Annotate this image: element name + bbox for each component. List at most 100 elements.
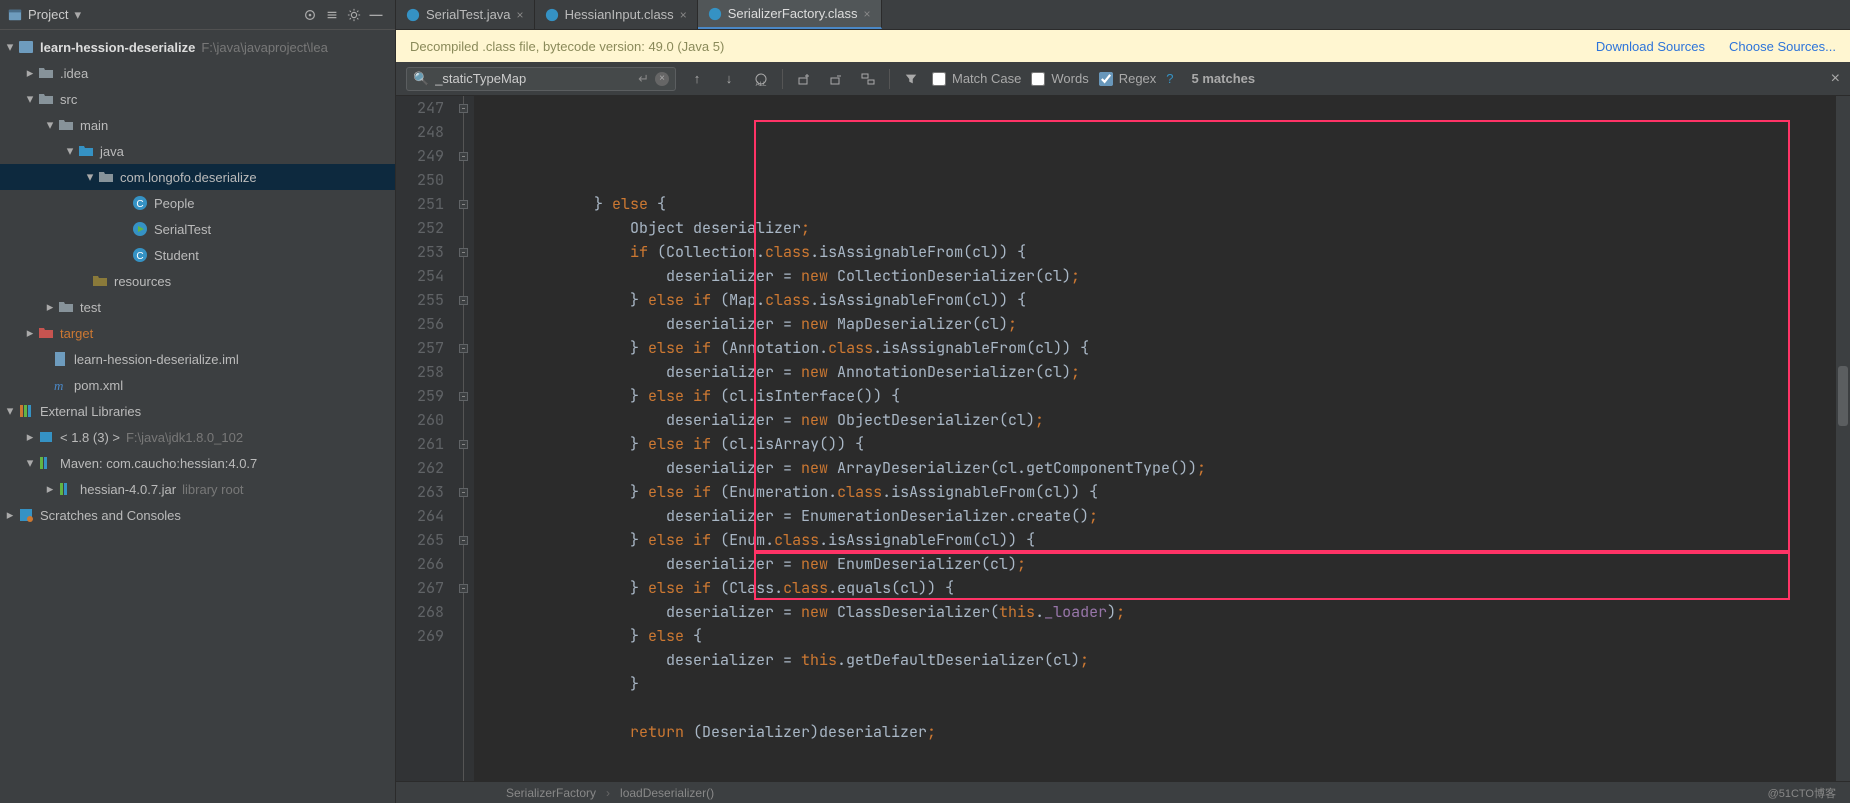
maven-icon: m bbox=[52, 377, 68, 393]
select-all-icon[interactable]: ALL bbox=[750, 71, 772, 87]
tree-label: target bbox=[60, 326, 93, 341]
tree-label: hessian-4.0.7.jarlibrary root bbox=[80, 482, 244, 497]
search-input-wrap[interactable]: 🔍 ↵ × bbox=[406, 67, 676, 91]
tree-class-student[interactable]: C Student bbox=[0, 242, 395, 268]
find-bar: 🔍 ↵ × ↑ ↓ ALL Match Case Words Regex ? 5… bbox=[396, 62, 1850, 96]
tree-label: .idea bbox=[60, 66, 88, 81]
tree-target[interactable]: target bbox=[0, 320, 395, 346]
code-area[interactable]: } else { Object deserializer; if (Collec… bbox=[474, 96, 1836, 781]
scrollbar-thumb[interactable] bbox=[1838, 366, 1848, 426]
tree-class-people[interactable]: C People bbox=[0, 190, 395, 216]
package-icon bbox=[98, 169, 114, 185]
svg-text:m: m bbox=[54, 378, 63, 393]
locate-icon[interactable] bbox=[299, 4, 321, 26]
match-count: 5 matches bbox=[1192, 71, 1256, 86]
tree-label: External Libraries bbox=[40, 404, 141, 419]
jar-icon bbox=[58, 481, 74, 497]
folder-icon bbox=[58, 299, 74, 315]
select-all-occurrences-icon[interactable] bbox=[857, 71, 879, 87]
tree-root[interactable]: learn-hession-deserializeF:\java\javapro… bbox=[0, 34, 395, 60]
tab-label: SerialTest.java bbox=[426, 7, 511, 22]
tree-label: Scratches and Consoles bbox=[40, 508, 181, 523]
watermark: @51CTO博客 bbox=[1768, 785, 1836, 801]
tree-java[interactable]: java bbox=[0, 138, 395, 164]
tree-pom[interactable]: m pom.xml bbox=[0, 372, 395, 398]
close-icon[interactable]: × bbox=[864, 7, 871, 21]
editor-main: SerialTest.java × HessianInput.class × S… bbox=[396, 0, 1850, 803]
regex-label: Regex bbox=[1119, 71, 1157, 86]
chevron-right-icon: › bbox=[606, 786, 610, 800]
iml-file-icon bbox=[52, 351, 68, 367]
tree-external[interactable]: External Libraries bbox=[0, 398, 395, 424]
breadcrumb-method[interactable]: loadDeserializer() bbox=[620, 786, 714, 800]
collapse-icon[interactable] bbox=[321, 4, 343, 26]
project-tree: learn-hession-deserializeF:\java\javapro… bbox=[0, 30, 395, 532]
match-case-label: Match Case bbox=[952, 71, 1021, 86]
prev-match-icon[interactable]: ↑ bbox=[686, 71, 708, 86]
tree-jar[interactable]: hessian-4.0.7.jarlibrary root bbox=[0, 476, 395, 502]
breadcrumb: SerializerFactory › loadDeserializer() @… bbox=[396, 781, 1850, 803]
tree-label: java bbox=[100, 144, 124, 159]
gear-icon[interactable] bbox=[343, 4, 365, 26]
tree-iml[interactable]: learn-hession-deserialize.iml bbox=[0, 346, 395, 372]
tree-test[interactable]: test bbox=[0, 294, 395, 320]
close-find-icon[interactable]: × bbox=[1831, 70, 1840, 88]
tree-label: SerialTest bbox=[154, 222, 211, 237]
minimize-icon[interactable]: — bbox=[365, 4, 387, 26]
tree-label: resources bbox=[114, 274, 171, 289]
words-checkbox[interactable]: Words bbox=[1031, 71, 1088, 86]
filter-icon[interactable] bbox=[900, 72, 922, 86]
jdk-icon bbox=[38, 429, 54, 445]
tree-src[interactable]: src bbox=[0, 86, 395, 112]
tree-class-serialtest[interactable]: SerialTest bbox=[0, 216, 395, 242]
library-icon bbox=[18, 403, 34, 419]
folder-icon bbox=[58, 117, 74, 133]
regex-checkbox[interactable]: Regex bbox=[1099, 71, 1157, 86]
next-match-icon[interactable]: ↓ bbox=[718, 71, 740, 86]
tab-serializerfactory[interactable]: SerializerFactory.class × bbox=[698, 0, 882, 29]
close-icon[interactable]: × bbox=[517, 8, 524, 22]
tree-main[interactable]: main bbox=[0, 112, 395, 138]
scrollbar[interactable] bbox=[1836, 96, 1850, 781]
download-sources-link[interactable]: Download Sources bbox=[1596, 39, 1705, 54]
regex-help-icon[interactable]: ? bbox=[1166, 71, 1173, 86]
tree-idea[interactable]: .idea bbox=[0, 60, 395, 86]
close-icon[interactable]: × bbox=[680, 8, 687, 22]
tree-package[interactable]: com.longofo.deserialize bbox=[0, 164, 395, 190]
line-gutter: 2472482492502512522532542552562572582592… bbox=[396, 96, 452, 781]
tree-resources[interactable]: resources bbox=[0, 268, 395, 294]
tree-label: Maven: com.caucho:hessian:4.0.7 bbox=[60, 456, 257, 471]
clear-icon[interactable]: × bbox=[655, 72, 669, 86]
words-label: Words bbox=[1051, 71, 1088, 86]
tree-label: learn-hession-deserialize.iml bbox=[74, 352, 239, 367]
breadcrumb-class[interactable]: SerializerFactory bbox=[506, 786, 596, 800]
remove-selection-icon[interactable] bbox=[825, 71, 847, 87]
tree-label: test bbox=[80, 300, 101, 315]
editor-area: 2472482492502512522532542552562572582592… bbox=[396, 96, 1850, 781]
source-folder-icon bbox=[78, 143, 94, 159]
tab-serialtest[interactable]: SerialTest.java × bbox=[396, 0, 535, 29]
module-icon bbox=[18, 39, 34, 55]
tab-hessianinput[interactable]: HessianInput.class × bbox=[535, 0, 698, 29]
choose-sources-link[interactable]: Choose Sources... bbox=[1729, 39, 1836, 54]
tree-maven-lib[interactable]: Maven: com.caucho:hessian:4.0.7 bbox=[0, 450, 395, 476]
tree-label: main bbox=[80, 118, 108, 133]
tree-label: src bbox=[60, 92, 77, 107]
tree-label: pom.xml bbox=[74, 378, 123, 393]
sidebar-title[interactable]: Project ▾ bbox=[8, 7, 81, 23]
fold-column bbox=[452, 96, 474, 781]
excluded-folder-icon bbox=[38, 325, 54, 341]
tree-label: < 1.8 (3) >F:\java\jdk1.8.0_102 bbox=[60, 430, 243, 445]
tree-scratch[interactable]: Scratches and Consoles bbox=[0, 502, 395, 528]
match-case-checkbox[interactable]: Match Case bbox=[932, 71, 1021, 86]
add-selection-icon[interactable] bbox=[793, 71, 815, 87]
search-input[interactable] bbox=[435, 71, 638, 86]
folder-icon bbox=[38, 91, 54, 107]
runnable-class-icon bbox=[132, 221, 148, 237]
tree-label: People bbox=[154, 196, 194, 211]
tree-jdk[interactable]: < 1.8 (3) >F:\java\jdk1.8.0_102 bbox=[0, 424, 395, 450]
tree-label: Student bbox=[154, 248, 199, 263]
search-icon: 🔍 bbox=[413, 71, 429, 87]
enter-hint-icon: ↵ bbox=[638, 71, 649, 87]
svg-text:C: C bbox=[136, 251, 143, 262]
